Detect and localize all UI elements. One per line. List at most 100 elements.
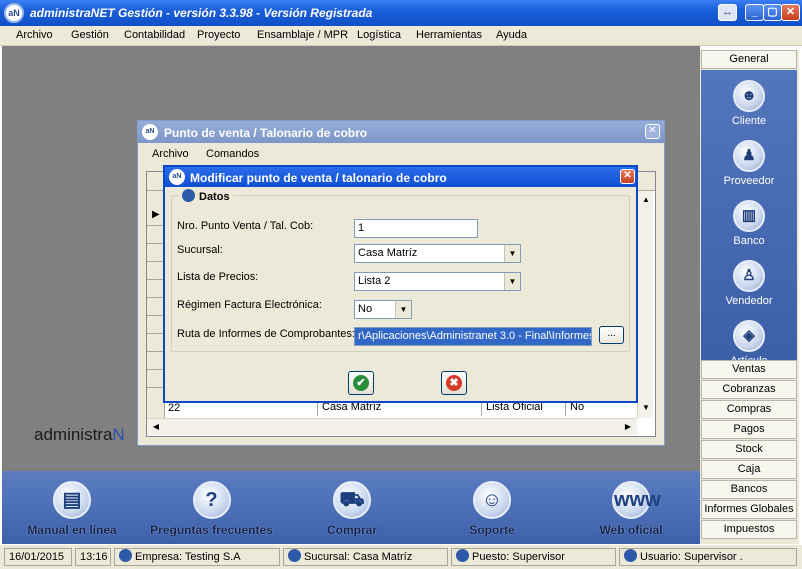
scroll-right-icon[interactable]: ▶ bbox=[621, 420, 635, 434]
soporte-button[interactable]: ☺ Soporte bbox=[452, 481, 532, 537]
nro-input[interactable]: 1 bbox=[354, 219, 478, 238]
brand-logo: administraN bbox=[34, 425, 125, 445]
panel-item-cliente[interactable]: ☻ Cliente bbox=[701, 80, 797, 127]
scroll-down-icon[interactable]: ▼ bbox=[639, 401, 653, 415]
panel-item-articulo[interactable]: ◈Artículo bbox=[701, 320, 797, 364]
cancel-button[interactable]: ✖ bbox=[441, 371, 467, 395]
sucursal-select[interactable]: Casa Matríz ▼ bbox=[354, 244, 521, 263]
comprar-label: Comprar bbox=[326, 523, 377, 537]
cart-icon: ⛟ bbox=[333, 481, 371, 519]
ruta-value: r\Aplicaciones\Administranet 3.0 - Final… bbox=[358, 330, 592, 342]
minimize-button[interactable]: _ bbox=[745, 4, 764, 21]
panel-ventas-button[interactable]: Ventas bbox=[701, 360, 797, 379]
panel-informes-button[interactable]: Informes Globales bbox=[701, 500, 797, 519]
panel-bancos-button[interactable]: Bancos bbox=[701, 480, 797, 499]
chevron-down-icon[interactable]: ▼ bbox=[395, 301, 411, 318]
close-button[interactable]: ✕ bbox=[781, 4, 800, 21]
datos-legend-text: Datos bbox=[199, 191, 230, 203]
menu-herramientas[interactable]: Herramientas bbox=[416, 29, 482, 41]
chevron-down-icon[interactable]: ▼ bbox=[504, 273, 520, 290]
pos-menu-archivo[interactable]: Archivo bbox=[152, 148, 189, 160]
panel-compras-button[interactable]: Compras bbox=[701, 400, 797, 419]
scroll-up-icon[interactable]: ▲ bbox=[639, 193, 653, 207]
panel-pagos-button[interactable]: Pagos bbox=[701, 420, 797, 439]
bottom-bar: ▤ Manual en línea ? Preguntas frecuentes… bbox=[2, 471, 700, 544]
panel-stock-button[interactable]: Stock bbox=[701, 440, 797, 459]
ruta-input[interactable]: r\Aplicaciones\Administranet 3.0 - Final… bbox=[354, 327, 592, 346]
manual-button[interactable]: ▤ Manual en línea bbox=[22, 481, 122, 537]
cell-nro: 22 bbox=[168, 402, 181, 414]
datos-legend: Datos bbox=[179, 189, 233, 203]
user-icon bbox=[624, 549, 637, 562]
panel-item-vendedor[interactable]: ♙ Vendedor bbox=[701, 260, 797, 307]
bank-icon: ▥ bbox=[733, 200, 765, 232]
status-time: 13:16 bbox=[75, 548, 111, 566]
status-sucursal: Sucursal: Casa Matríz bbox=[283, 548, 448, 566]
browse-button[interactable]: ... bbox=[599, 326, 624, 344]
status-sucursal-text: Sucursal: Casa Matríz bbox=[304, 551, 413, 563]
lista-select[interactable]: Lista 2 ▼ bbox=[354, 272, 521, 291]
question-icon: ? bbox=[192, 481, 231, 519]
pos-window-close-button[interactable]: ✕ bbox=[645, 124, 660, 139]
proveedor-label: Proveedor bbox=[723, 175, 775, 187]
maximize-button[interactable]: ▢ bbox=[763, 4, 782, 21]
menu-bar: Archivo Gestión Contabilidad Proyecto En… bbox=[0, 26, 802, 46]
status-puesto: Puesto: Supervisor bbox=[451, 548, 616, 566]
pos-menu-comandos[interactable]: Comandos bbox=[206, 148, 259, 160]
lista-value: Lista 2 bbox=[358, 275, 391, 287]
panel-impuestos-button[interactable]: Impuestos bbox=[701, 520, 797, 539]
menu-ayuda[interactable]: Ayuda bbox=[496, 29, 527, 41]
dialog-logo-icon: aN bbox=[169, 169, 185, 185]
ruta-label: Ruta de Informes de Comprobantes: bbox=[177, 328, 355, 340]
users-icon: ☻ bbox=[733, 80, 765, 112]
window-title: administraNET Gestión - versión 3.3.98 -… bbox=[30, 6, 373, 20]
status-usuario: Usuario: Supervisor . bbox=[619, 548, 797, 566]
comprar-button[interactable]: ⛟ Comprar bbox=[312, 481, 392, 537]
pos-window-title-bar: aN Punto de venta / Talonario de cobro ✕ bbox=[138, 121, 664, 143]
datos-icon bbox=[182, 189, 195, 202]
regimen-select[interactable]: No ▼ bbox=[354, 300, 412, 319]
menu-ensamblaje[interactable]: Ensamblaje / MPR bbox=[257, 29, 348, 41]
pos-window-title: Punto de venta / Talonario de cobro bbox=[164, 126, 368, 140]
menu-gestion[interactable]: Gestión bbox=[71, 29, 109, 41]
scroll-left-icon[interactable]: ◀ bbox=[149, 420, 163, 434]
supplier-icon: ♟ bbox=[733, 140, 765, 172]
panel-cobranzas-button[interactable]: Cobranzas bbox=[701, 380, 797, 399]
menu-archivo[interactable]: Archivo bbox=[16, 29, 53, 41]
sucursal-label: Sucursal: bbox=[177, 244, 223, 256]
faq-button[interactable]: ? Preguntas frecuentes bbox=[144, 481, 279, 537]
sucursal-value: Casa Matríz bbox=[358, 247, 418, 259]
dialog-close-button[interactable]: ✕ bbox=[620, 169, 635, 184]
check-icon: ✔ bbox=[353, 375, 369, 391]
app-logo-icon: aN bbox=[4, 3, 24, 23]
panel-general-button[interactable]: General bbox=[701, 50, 797, 69]
box-icon: ◈ bbox=[733, 320, 765, 352]
status-puesto-text: Puesto: Supervisor bbox=[472, 551, 565, 563]
cancel-icon: ✖ bbox=[446, 375, 462, 391]
vendedor-label: Vendedor bbox=[725, 295, 773, 307]
regimen-value: No bbox=[358, 303, 373, 315]
seller-icon: ♙ bbox=[733, 260, 765, 292]
grid-horizontal-scrollbar[interactable]: ◀ ▶ bbox=[147, 418, 637, 435]
main-title-bar: aN administraNET Gestión - versión 3.3.9… bbox=[0, 0, 802, 26]
menu-contabilidad[interactable]: Contabilidad bbox=[124, 29, 185, 41]
status-bar: 16/01/2015 13:16 Empresa: Testing S.A Su… bbox=[0, 544, 802, 569]
faq-label: Preguntas frecuentes bbox=[150, 523, 273, 537]
grid-vertical-scrollbar[interactable]: ▲ ▼ bbox=[637, 191, 653, 418]
headset-icon: ☺ bbox=[473, 481, 511, 519]
panel-item-proveedor[interactable]: ♟ Proveedor bbox=[701, 140, 797, 187]
resize-icon[interactable]: ↔ bbox=[718, 4, 737, 21]
ok-button[interactable]: ✔ bbox=[348, 371, 374, 395]
dialog-title-bar: aN Modificar punto de venta / talonario … bbox=[165, 167, 636, 187]
cliente-label: Cliente bbox=[731, 115, 767, 127]
panel-item-banco[interactable]: ▥ Banco bbox=[701, 200, 797, 247]
lista-label: Lista de Precios: bbox=[177, 271, 259, 283]
web-button[interactable]: www Web oficial bbox=[588, 481, 674, 537]
nro-label: Nro. Punto Venta / Tal. Cob: bbox=[177, 220, 314, 232]
menu-logistica[interactable]: Logística bbox=[357, 29, 401, 41]
status-date: 16/01/2015 bbox=[4, 548, 72, 566]
menu-proyecto[interactable]: Proyecto bbox=[197, 29, 240, 41]
panel-caja-button[interactable]: Caja bbox=[701, 460, 797, 479]
chevron-down-icon[interactable]: ▼ bbox=[504, 245, 520, 262]
brand-text-accent: N bbox=[112, 425, 125, 444]
